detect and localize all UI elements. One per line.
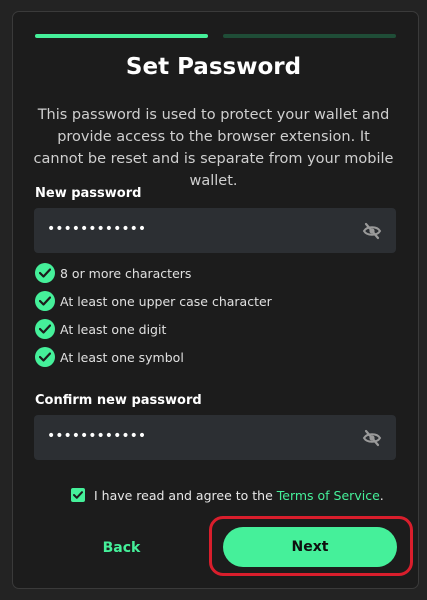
check-circle-icon — [35, 291, 55, 311]
next-button[interactable]: Next — [223, 527, 397, 567]
requirement-item: At least one symbol — [35, 347, 184, 367]
eye-slash-icon[interactable] — [362, 428, 382, 448]
requirement-item: At least one digit — [35, 319, 166, 339]
eye-slash-icon[interactable] — [362, 221, 382, 241]
check-circle-icon — [35, 347, 55, 367]
new-password-value: •••••••••••• — [47, 221, 147, 237]
progress-step-2 — [223, 34, 396, 38]
confirm-password-label: Confirm new password — [35, 393, 202, 408]
requirement-item: 8 or more characters — [35, 263, 191, 283]
check-circle-icon — [35, 319, 55, 339]
progress-step-1 — [35, 34, 208, 38]
terms-checkbox[interactable] — [71, 488, 85, 502]
requirement-item: At least one upper case character — [35, 291, 272, 311]
requirement-text: At least one upper case character — [60, 293, 272, 309]
terms-suffix: . — [379, 487, 384, 503]
terms-text: I have read and agree to the Terms of Se… — [94, 488, 384, 503]
requirement-text: 8 or more characters — [60, 265, 192, 281]
back-button[interactable]: Back — [34, 528, 209, 568]
page-title: Set Password — [125, 54, 302, 80]
terms-prefix: I have read and agree to the — [94, 487, 277, 503]
terms-of-service-link[interactable]: Terms of Service — [277, 488, 380, 503]
new-password-label: New password — [35, 186, 142, 201]
requirement-text: At least one symbol — [60, 349, 184, 365]
terms-agreement: I have read and agree to the Terms of Se… — [71, 486, 384, 504]
confirm-password-value: •••••••••••• — [47, 428, 147, 444]
page-description: This password is used to protect your wa… — [33, 107, 394, 189]
requirement-text: At least one digit — [60, 321, 167, 337]
confirm-password-field[interactable]: •••••••••••• — [34, 415, 396, 460]
new-password-field[interactable]: •••••••••••• — [34, 208, 396, 253]
check-circle-icon — [35, 263, 55, 283]
